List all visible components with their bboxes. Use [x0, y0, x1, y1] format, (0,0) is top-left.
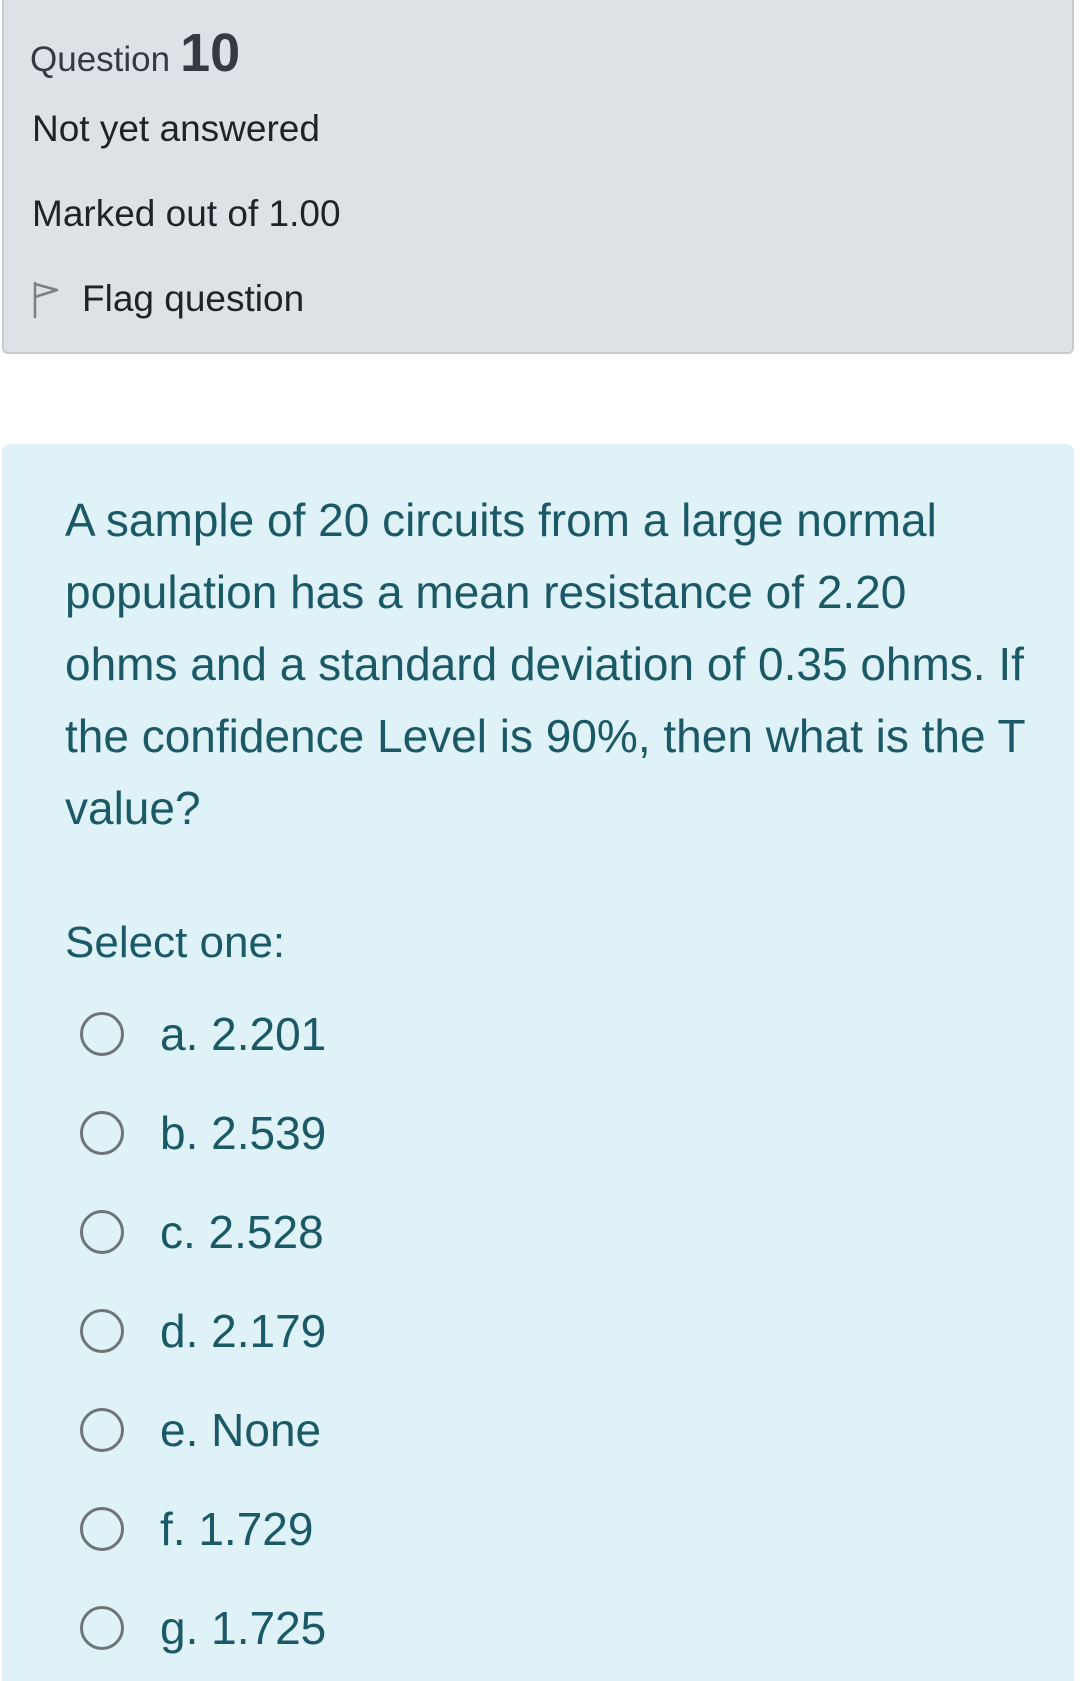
- question-content-panel: A sample of 20 circuits from a large nor…: [2, 444, 1074, 1681]
- flag-icon: [32, 279, 60, 319]
- answer-option-d[interactable]: d. 2.179: [80, 1301, 326, 1361]
- answer-label: f. 1.729: [160, 1503, 314, 1555]
- question-state: Not yet answered: [32, 108, 320, 149]
- question-number-heading: Question 10: [30, 22, 240, 84]
- answer-option-f[interactable]: f. 1.729: [80, 1499, 313, 1559]
- radio-button[interactable]: [80, 1507, 124, 1551]
- question-number: 10: [180, 23, 241, 83]
- question-info-panel: Question 10 Not yet answered Marked out o…: [2, 0, 1074, 354]
- radio-button[interactable]: [80, 1408, 124, 1452]
- radio-button[interactable]: [80, 1210, 124, 1254]
- answer-option-a[interactable]: a. 2.201: [80, 1004, 326, 1064]
- radio-button[interactable]: [80, 1606, 124, 1650]
- answer-label: b. 2.539: [160, 1107, 327, 1159]
- question-text: A sample of 20 circuits from a large nor…: [65, 494, 1025, 834]
- answer-label: a. 2.201: [160, 1008, 327, 1060]
- answer-option-b[interactable]: b. 2.539: [80, 1103, 326, 1163]
- flag-question-label: Flag question: [82, 278, 305, 319]
- answer-option-g[interactable]: g. 1.725: [80, 1598, 326, 1658]
- answer-label: c. 2.528: [160, 1206, 324, 1258]
- answer-label: d. 2.179: [160, 1305, 327, 1357]
- select-one-prompt: Select one:: [65, 918, 286, 967]
- question-grade: Marked out of 1.00: [32, 193, 341, 234]
- answer-option-c[interactable]: c. 2.528: [80, 1202, 324, 1262]
- radio-button[interactable]: [80, 1309, 124, 1353]
- answer-option-e[interactable]: e. None: [80, 1400, 321, 1460]
- radio-button[interactable]: [80, 1012, 124, 1056]
- question-word: Question: [30, 40, 171, 79]
- answer-label: e. None: [160, 1404, 322, 1456]
- radio-button[interactable]: [80, 1111, 124, 1155]
- answer-label: g. 1.725: [160, 1602, 327, 1654]
- flag-question-button[interactable]: Flag question: [32, 274, 304, 324]
